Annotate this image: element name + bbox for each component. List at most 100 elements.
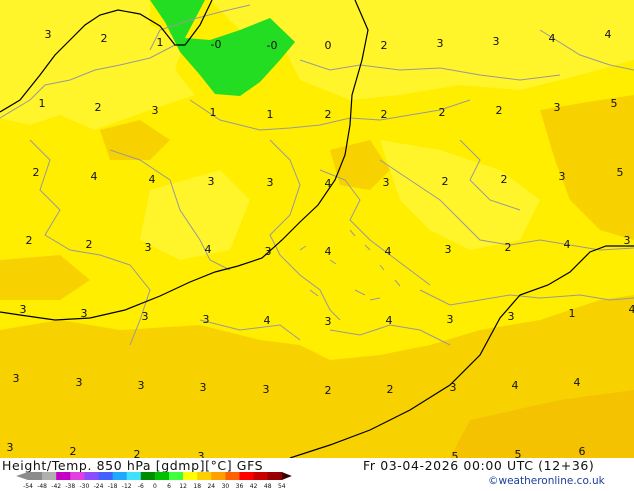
value-label: 1: [569, 307, 576, 320]
colorbar-segment: [240, 472, 255, 480]
value-label: 4: [149, 173, 156, 186]
value-label: 5: [617, 166, 624, 179]
value-label: 4: [205, 243, 212, 256]
valid-datetime: Fr 03-04-2026 00:00 UTC (12+36): [363, 458, 594, 473]
value-label: 2: [381, 108, 388, 121]
colorbar-tick-label: 54: [278, 483, 286, 490]
value-label: 1: [267, 108, 274, 121]
value-label: 2: [134, 448, 141, 458]
value-label: 3: [267, 176, 274, 189]
value-label: 4: [325, 245, 332, 258]
colorbar-tick-label: -38: [65, 483, 75, 490]
value-label: 5: [452, 450, 459, 458]
value-label: 2: [325, 108, 332, 121]
value-label: 4: [549, 32, 556, 45]
value-label: 3: [383, 176, 390, 189]
value-label: -0: [211, 38, 222, 51]
colorbar-segment: [70, 472, 85, 480]
value-label: 4: [605, 28, 612, 41]
footer-bar: Height/Temp. 850 hPa [gdmp][°C] GFS Fr 0…: [0, 458, 634, 490]
colorbar-tick-label: -48: [37, 483, 47, 490]
colorbar-tick-label: 24: [207, 483, 215, 490]
value-label: 4: [91, 170, 98, 183]
colorbar-tick-label: 12: [179, 483, 187, 490]
value-label: 4: [386, 314, 393, 327]
value-label: 3: [450, 381, 457, 394]
colorbar-segment: [155, 472, 170, 480]
value-label: 2: [387, 383, 394, 396]
colorbar-tick-label: -54: [23, 483, 33, 490]
colorbar-segment: [127, 472, 142, 480]
value-label: 3: [200, 381, 207, 394]
value-label: 3: [208, 175, 215, 188]
value-label: 3: [20, 303, 27, 316]
value-label: 1: [39, 97, 46, 110]
colorbar-segment: [42, 472, 57, 480]
colorbar-segment: [183, 472, 198, 480]
value-label: 3: [142, 310, 149, 323]
value-label: 4: [629, 303, 634, 316]
colorbar-tick-label: 42: [250, 483, 258, 490]
colorbar-segment: [84, 472, 99, 480]
colorbar-tick-label: -42: [51, 483, 61, 490]
value-label: 3: [7, 441, 14, 454]
colorbar-segment: [211, 472, 226, 480]
value-label: 2: [70, 445, 77, 458]
value-label: 2: [496, 104, 503, 117]
value-label: 3: [508, 310, 515, 323]
value-label: 4: [325, 177, 332, 190]
value-label: 2: [501, 173, 508, 186]
colorbar-tick-label: 0: [153, 483, 157, 490]
value-label: 3: [263, 383, 270, 396]
colorbar-arrow-left: [16, 472, 28, 480]
colorbar: -54-48-42-38-30-24-18-12-606121824303642…: [16, 471, 316, 491]
value-label: 2: [325, 384, 332, 397]
colorbar-tick-label: 30: [222, 483, 230, 490]
value-label: 2: [442, 175, 449, 188]
colorbar-tick-label: 36: [236, 483, 244, 490]
colorbar-segment: [28, 472, 43, 480]
value-label: 3: [152, 104, 159, 117]
value-label: 2: [439, 106, 446, 119]
value-label: 2: [381, 39, 388, 52]
value-label: 2: [505, 241, 512, 254]
value-label: 3: [325, 315, 332, 328]
value-label: 2: [95, 101, 102, 114]
value-label: 3: [447, 313, 454, 326]
colorbar-tick-label: -18: [108, 483, 118, 490]
value-label: 2: [86, 238, 93, 251]
value-label: 3: [198, 450, 205, 458]
value-label: 1: [157, 36, 164, 49]
colorbar-segment: [99, 472, 114, 480]
colorbar-tick-label: -6: [138, 483, 144, 490]
colorbar-tick-label: -12: [122, 483, 132, 490]
credit-link[interactable]: ©weatheronline.co.uk: [488, 475, 605, 487]
value-label: 3: [45, 28, 52, 41]
value-label: 3: [145, 241, 152, 254]
colorbar-segment: [268, 472, 283, 480]
value-label: 2: [101, 32, 108, 45]
colorbar-segment: [225, 472, 240, 480]
value-label: 6: [579, 445, 586, 458]
value-label: 4: [574, 376, 581, 389]
value-label: 3: [81, 307, 88, 320]
colorbar-segment: [254, 472, 269, 480]
value-label: 4: [385, 245, 392, 258]
value-label: 3: [493, 35, 500, 48]
value-label: 5: [611, 97, 618, 110]
value-label: 3: [203, 313, 210, 326]
value-label: 3: [624, 234, 631, 247]
value-label: 3: [559, 170, 566, 183]
colorbar-segment: [169, 472, 184, 480]
colorbar-segment: [141, 472, 156, 480]
value-label: 0: [325, 39, 332, 52]
value-label: 3: [13, 372, 20, 385]
value-label: 2: [33, 166, 40, 179]
value-label: 3: [265, 245, 272, 258]
value-label: 3: [554, 101, 561, 114]
colorbar-segment: [56, 472, 71, 480]
value-label: 3: [437, 37, 444, 50]
colorbar-tick-label: 48: [264, 483, 272, 490]
value-label: 2: [26, 234, 33, 247]
value-label: 4: [512, 379, 519, 392]
